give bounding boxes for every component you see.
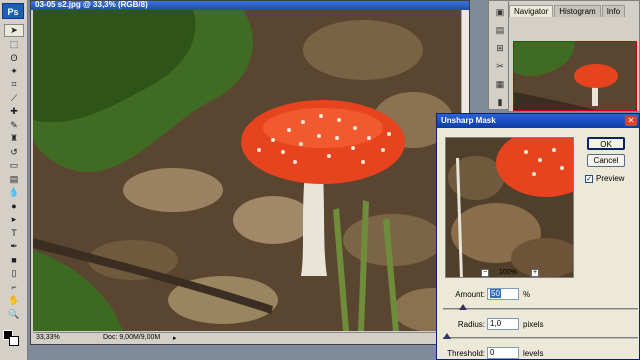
threshold-unit: levels <box>523 349 544 358</box>
path-selection-tool-icon[interactable]: ▸ <box>4 213 24 226</box>
history-icon[interactable]: ▮ <box>493 97 507 109</box>
magic-wand-tool-icon[interactable]: ✦ <box>4 65 24 78</box>
navigator-thumbnail[interactable] <box>513 41 637 111</box>
document-window: 03-05 s2.jpg @ 33,3% (RGB/8) 33,33% Doc:… <box>30 0 470 345</box>
marquee-tool-icon[interactable]: ⬚ <box>4 38 24 51</box>
move-tool-icon[interactable]: ➤ <box>4 24 24 37</box>
zoom-tool-icon[interactable]: 🔍 <box>4 308 24 321</box>
unsharp-mask-dialog: Unsharp Mask ✕ − 100% + OK Cancel ✓ Prev… <box>436 113 640 360</box>
tab-navigator[interactable]: Navigator <box>509 5 554 17</box>
radius-slider-track[interactable] <box>443 337 638 339</box>
radius-label: Radius: <box>457 320 485 329</box>
navigator-panel: Navigator Histogram Info <box>508 0 640 112</box>
zoom-out-button[interactable]: − <box>481 269 489 277</box>
slice-tool-icon[interactable]: ⟋ <box>4 92 24 105</box>
ok-button[interactable]: OK <box>587 137 625 150</box>
layer-comps-icon[interactable]: ⊞ <box>493 43 507 55</box>
document-title-bar[interactable]: 03-05 s2.jpg @ 33,3% (RGB/8) <box>31 0 469 10</box>
zoom-readout[interactable]: 33,33% <box>36 334 60 341</box>
clone-stamp-tool-icon[interactable]: ♜ <box>4 132 24 145</box>
amount-slider-track[interactable] <box>443 308 638 310</box>
dialog-title: Unsharp Mask <box>441 116 496 125</box>
lasso-tool-icon[interactable]: ʘ <box>4 51 24 64</box>
blur-tool-icon[interactable]: 💧 <box>4 186 24 199</box>
gradient-tool-icon[interactable]: ▤ <box>4 173 24 186</box>
mushroom-photo <box>33 10 461 331</box>
checkmark-icon: ✓ <box>586 176 592 183</box>
type-tool-icon[interactable]: T <box>4 227 24 240</box>
amount-label: Amount: <box>455 290 485 299</box>
amount-value: 50 <box>490 289 501 298</box>
preview-label: Preview <box>596 174 625 183</box>
healing-brush-tool-icon[interactable]: ✚ <box>4 105 24 118</box>
document-canvas[interactable] <box>33 10 461 331</box>
amount-unit: % <box>523 290 531 299</box>
radius-unit: pixels <box>523 320 544 329</box>
status-menu-arrow-icon[interactable]: ▸ <box>173 334 177 342</box>
preview-checkbox[interactable]: ✓ <box>585 175 593 183</box>
threshold-label: Threshold: <box>447 349 485 358</box>
dialog-title-bar[interactable]: Unsharp Mask ✕ <box>437 114 639 128</box>
eraser-tool-icon[interactable]: ▭ <box>4 159 24 172</box>
tab-histogram[interactable]: Histogram <box>554 5 601 17</box>
shape-tool-icon[interactable]: ■ <box>4 254 24 267</box>
dodge-tool-icon[interactable]: ● <box>4 200 24 213</box>
radius-field[interactable]: 1,0 <box>487 318 519 330</box>
amount-slider-knob[interactable] <box>458 304 467 310</box>
collapsed-panel-dock: ▣ ▤ ⊞ ✂ ▦ ▮ <box>488 0 510 110</box>
tab-info[interactable]: Info <box>601 5 626 17</box>
crop-tool-icon[interactable]: ⌗ <box>4 78 24 91</box>
document-status-bar: 33,33% Doc: 9,00M/9,00M ▸ <box>33 332 461 343</box>
eyedropper-tool-icon[interactable]: ⌐ <box>4 281 24 294</box>
navigator-thumbnail-image <box>514 42 636 110</box>
hand-tool-icon[interactable]: ✋ <box>4 294 24 307</box>
threshold-field[interactable]: 0 <box>487 347 519 359</box>
close-icon[interactable]: ✕ <box>625 116 637 126</box>
history-brush-tool-icon[interactable]: ↺ <box>4 146 24 159</box>
amount-field[interactable]: 50 <box>487 288 519 300</box>
radius-slider-knob[interactable] <box>442 333 451 339</box>
brush-tool-icon[interactable]: ✎ <box>4 119 24 132</box>
document-title: 03-05 s2.jpg @ 33,3% (RGB/8) <box>35 0 148 9</box>
preview-zoom-level: 100% <box>499 269 517 276</box>
swatches-icon[interactable]: ▦ <box>493 79 507 91</box>
pen-tool-icon[interactable]: ✒ <box>4 240 24 253</box>
brushes-icon[interactable]: ▣ <box>493 7 507 19</box>
zoom-in-button[interactable]: + <box>531 269 539 277</box>
notes-tool-icon[interactable]: ▯ <box>4 267 24 280</box>
toolbox: Ps ➤ ⬚ ʘ ✦ ⌗ ⟋ ✚ ✎ ♜ ↺ ▭ ▤ 💧 ● ▸ T ✒ ■ ▯ ⌐ ✋ 🔍 <box>0 0 28 360</box>
tool-presets-icon[interactable]: ▤ <box>493 25 507 37</box>
background-color-swatch[interactable] <box>9 336 19 346</box>
photoshop-logo[interactable]: Ps <box>2 3 24 19</box>
document-size: Doc: 9,00M/9,00M <box>103 334 161 341</box>
cancel-button[interactable]: Cancel <box>587 154 625 167</box>
filter-preview-image <box>446 138 573 277</box>
actions-icon[interactable]: ✂ <box>493 61 507 73</box>
filter-preview-window[interactable] <box>445 137 574 278</box>
